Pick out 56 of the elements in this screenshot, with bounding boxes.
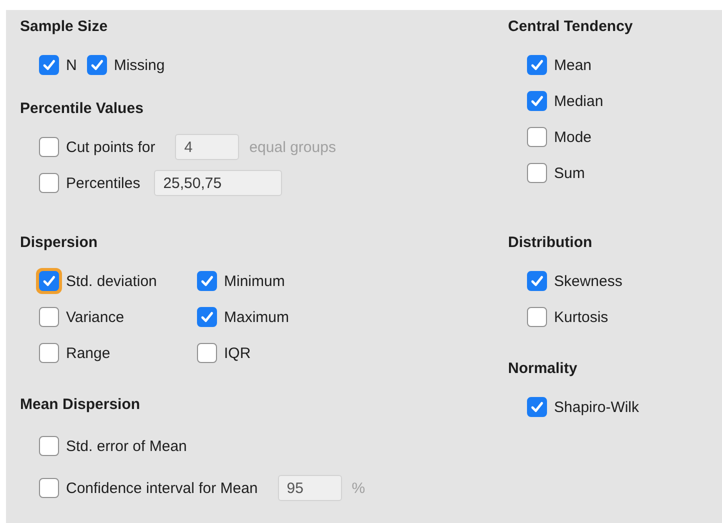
checkbox-label: Sum — [554, 164, 585, 182]
checkmark-icon — [88, 57, 105, 73]
checkmark-icon — [199, 273, 215, 289]
checkbox[interactable] — [527, 397, 547, 417]
field-suffix: equal groups — [249, 138, 336, 156]
checkbox-label: Shapiro-Wilk — [554, 398, 640, 416]
checkmark-icon — [41, 273, 57, 289]
checkbox[interactable] — [197, 307, 217, 327]
checkbox-label: Minimum — [224, 272, 285, 290]
checkbox-label: Variance — [66, 308, 124, 326]
checkbox[interactable] — [197, 271, 217, 291]
checkbox-label: Missing — [114, 56, 165, 74]
checkbox-label: Maximum — [224, 308, 290, 326]
checkbox-label: IQR — [224, 344, 251, 362]
section-heading: Normality — [508, 359, 578, 379]
section-heading: Percentile Values — [20, 99, 144, 119]
checkbox[interactable] — [39, 55, 59, 75]
checkbox[interactable] — [39, 436, 59, 456]
checkmark-icon — [529, 399, 545, 415]
checkbox[interactable] — [527, 127, 547, 147]
checkbox-label: Range — [66, 344, 110, 362]
checkbox[interactable] — [39, 173, 59, 193]
section-heading: Distribution — [508, 233, 594, 253]
checkbox-label: Kurtosis — [554, 308, 608, 326]
section-heading: Sample Size — [20, 17, 109, 37]
checkmark-icon — [199, 309, 215, 325]
section-heading: Central Tendency — [508, 17, 634, 37]
checkbox[interactable] — [527, 163, 547, 183]
checkbox-label: Std. deviation — [66, 272, 157, 290]
checkbox[interactable] — [527, 307, 547, 327]
checkbox[interactable] — [39, 307, 59, 327]
checkbox-label: Percentiles — [66, 174, 140, 192]
input-field[interactable]: 25,50,75 — [154, 170, 282, 196]
checkbox-label: Skewness — [554, 272, 622, 290]
checkbox-label: Confidence interval for Mean — [66, 480, 258, 496]
checkbox-label: Std. error of Mean — [66, 438, 187, 454]
checkbox[interactable] — [527, 91, 547, 111]
section-heading: Dispersion — [20, 233, 99, 253]
checkmark-icon — [529, 93, 545, 109]
checkbox-label: Cut points for — [66, 138, 156, 156]
checkbox[interactable] — [527, 55, 547, 75]
field-suffix: % — [352, 480, 366, 496]
checkbox-label: Median — [554, 92, 604, 110]
checkmark-icon — [529, 57, 545, 73]
checkbox-label: Mean — [554, 56, 592, 74]
checkmark-icon — [41, 57, 57, 73]
checkbox[interactable] — [39, 343, 59, 363]
checkbox[interactable] — [197, 343, 217, 363]
section-heading: Mean Dispersion — [20, 395, 142, 415]
checkbox[interactable] — [86, 55, 107, 75]
checkbox-label: Mode — [554, 128, 592, 146]
checkbox[interactable] — [527, 271, 547, 291]
checkbox[interactable] — [39, 478, 59, 498]
checkmark-icon — [529, 273, 545, 289]
checkbox[interactable] — [39, 137, 59, 157]
checkbox-label: N — [66, 56, 77, 74]
